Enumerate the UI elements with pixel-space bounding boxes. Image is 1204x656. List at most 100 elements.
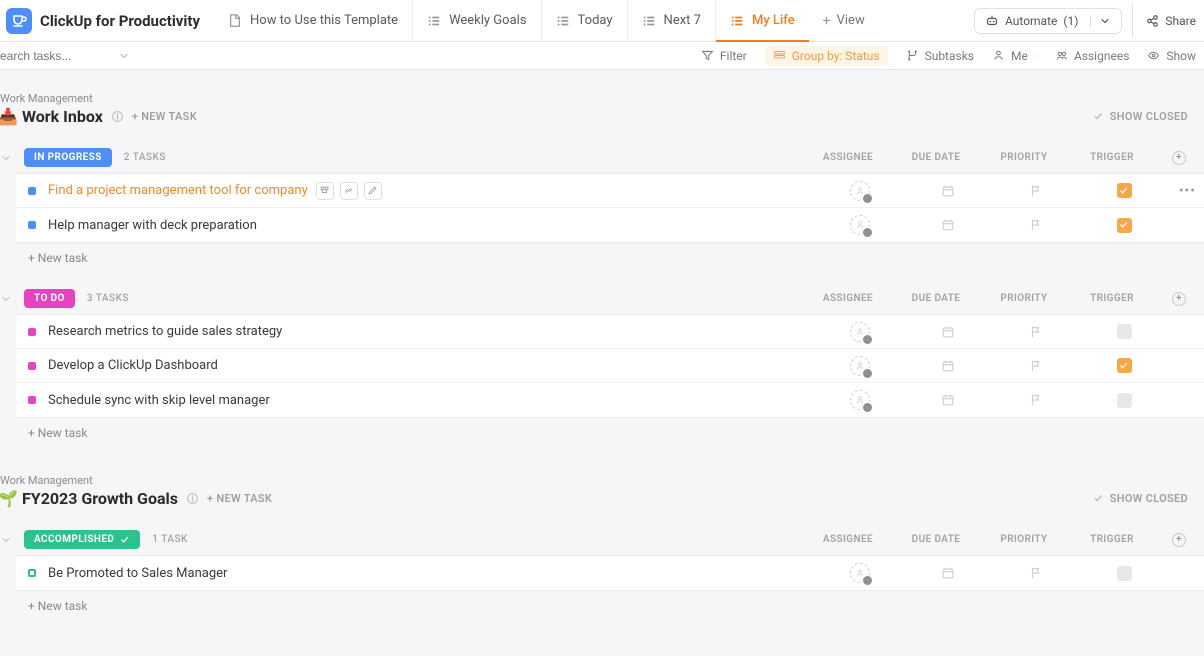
assignee-cell[interactable] [816, 181, 904, 201]
due-cell[interactable] [904, 184, 992, 198]
add-task-button[interactable]: + New task [0, 591, 1204, 617]
plus-icon: + [1172, 533, 1186, 547]
task-row[interactable]: Schedule sync with skip level manager [16, 383, 1204, 417]
due-cell[interactable] [904, 566, 992, 580]
view-tab-weekly[interactable]: Weekly Goals [412, 0, 540, 42]
task-row[interactable]: Be Promoted to Sales Manager [16, 556, 1204, 590]
secondary-bar: Filter Group by: Status Subtasks Me · As… [0, 42, 1204, 70]
view-tab-mylife[interactable]: My Life [715, 0, 809, 42]
group-by-button[interactable]: Group by: Status [765, 46, 888, 66]
status-dot-icon[interactable] [28, 362, 36, 370]
show-closed-button[interactable]: SHOW CLOSED [1093, 110, 1188, 123]
status-chip[interactable]: IN PROGRESS [24, 148, 112, 167]
rename-button[interactable] [364, 182, 382, 200]
task-row[interactable]: Research metrics to guide sales strategy [16, 315, 1204, 349]
assignees-button[interactable]: Assignees [1055, 49, 1129, 63]
add-task-button[interactable]: + New task [0, 418, 1204, 444]
stack-icon [773, 49, 786, 62]
due-cell[interactable] [904, 325, 992, 339]
section-new-task[interactable]: + NEW TASK [132, 110, 197, 123]
chevron-down-icon[interactable] [0, 534, 12, 546]
trigger-cell[interactable] [1080, 393, 1168, 408]
task-row[interactable]: Help manager with deck preparation [16, 208, 1204, 242]
priority-cell[interactable] [992, 359, 1080, 373]
search-input[interactable] [0, 49, 110, 63]
show-closed-label: SHOW CLOSED [1110, 492, 1188, 505]
section-title[interactable]: 📥 Work Inbox [0, 107, 103, 126]
subtask-button[interactable] [316, 182, 334, 200]
view-tab-next7[interactable]: Next 7 [627, 0, 715, 42]
trigger-cell[interactable] [1080, 218, 1168, 233]
task-title[interactable]: Schedule sync with skip level manager [48, 393, 816, 408]
priority-cell[interactable] [992, 393, 1080, 407]
add-column[interactable]: + [1156, 292, 1192, 306]
chevron-down-icon[interactable] [0, 152, 12, 164]
task-title-text: Help manager with deck preparation [48, 218, 257, 233]
section-title[interactable]: 🌱 FY2023 Growth Goals [0, 489, 178, 508]
priority-cell[interactable] [992, 184, 1080, 198]
task-title[interactable]: Research metrics to guide sales strategy [48, 324, 816, 339]
add-view[interactable]: + View [809, 0, 879, 42]
assignee-cell[interactable] [816, 356, 904, 376]
task-title[interactable]: Be Promoted to Sales Manager [48, 566, 816, 581]
status-dot-icon[interactable] [28, 328, 36, 336]
link-button[interactable] [340, 182, 358, 200]
plus-icon: + [1172, 151, 1186, 165]
section-new-task[interactable]: + NEW TASK [207, 492, 272, 505]
add-column[interactable]: + [1156, 151, 1192, 165]
assignee-cell[interactable] [816, 215, 904, 235]
task-title[interactable]: Find a project management tool for compa… [48, 182, 816, 200]
assignee-cell[interactable] [816, 322, 904, 342]
status-chip[interactable]: ACCOMPLISHED [24, 530, 140, 549]
toolbar: Filter Group by: Status Subtasks Me · As… [701, 46, 1196, 66]
column-headers: ASSIGNEE DUE DATE PRIORITY TRIGGER + [804, 292, 1192, 306]
due-cell[interactable] [904, 218, 992, 232]
info-icon[interactable] [186, 492, 199, 505]
task-title-text: Research metrics to guide sales strategy [48, 324, 282, 339]
task-row[interactable]: Develop a ClickUp Dashboard [16, 349, 1204, 383]
trigger-cell[interactable] [1080, 358, 1168, 373]
info-icon[interactable] [111, 110, 124, 123]
trigger-cell[interactable] [1080, 324, 1168, 339]
doc-icon [228, 14, 242, 28]
brand: ClickUp for Productivity [0, 8, 214, 34]
section-work-inbox: Work Management 📥 Work Inbox + NEW TASK … [0, 70, 1204, 444]
show-closed-button[interactable]: SHOW CLOSED [1093, 492, 1188, 505]
automate-button[interactable]: Automate (1) [974, 8, 1122, 34]
me-button[interactable]: Me · [992, 49, 1037, 63]
priority-cell[interactable] [992, 325, 1080, 339]
status-dot-icon[interactable] [28, 569, 36, 577]
priority-cell[interactable] [992, 566, 1080, 580]
trigger-cell[interactable] [1080, 566, 1168, 581]
priority-cell[interactable] [992, 218, 1080, 232]
chevron-down-icon[interactable] [0, 293, 12, 305]
list-icon [642, 14, 656, 28]
show-button[interactable]: Show [1147, 49, 1196, 63]
chevron-down-icon[interactable] [118, 50, 130, 62]
due-cell[interactable] [904, 359, 992, 373]
status-dot-icon[interactable] [28, 187, 36, 195]
task-title[interactable]: Help manager with deck preparation [48, 218, 816, 233]
add-task-button[interactable]: + New task [0, 243, 1204, 269]
view-tab-label: Weekly Goals [449, 13, 526, 28]
more-cell[interactable]: ••• [1168, 183, 1204, 199]
assignee-cell[interactable] [816, 390, 904, 410]
status-dot-icon[interactable] [28, 396, 36, 404]
filter-button[interactable]: Filter [701, 49, 747, 63]
add-column[interactable]: + [1156, 533, 1192, 547]
col-priority: PRIORITY [980, 293, 1068, 304]
task-title[interactable]: Develop a ClickUp Dashboard [48, 358, 816, 373]
due-cell[interactable] [904, 393, 992, 407]
subtasks-button[interactable]: Subtasks [906, 49, 974, 63]
view-tab-today[interactable]: Today [541, 0, 627, 42]
trigger-cell[interactable] [1080, 183, 1168, 198]
status-dot-icon[interactable] [28, 221, 36, 229]
col-due: DUE DATE [892, 152, 980, 163]
task-row[interactable]: Find a project management tool for compa… [16, 174, 1204, 208]
status-chip[interactable]: TO DO [24, 289, 75, 308]
group-accomplished: ACCOMPLISHED 1 TASK ASSIGNEE DUE DATE PR… [0, 524, 1204, 617]
view-tab-how-to[interactable]: How to Use this Template [214, 0, 412, 42]
task-list: Be Promoted to Sales Manager [16, 555, 1204, 591]
assignee-cell[interactable] [816, 563, 904, 583]
share-button[interactable]: Share [1132, 4, 1196, 38]
